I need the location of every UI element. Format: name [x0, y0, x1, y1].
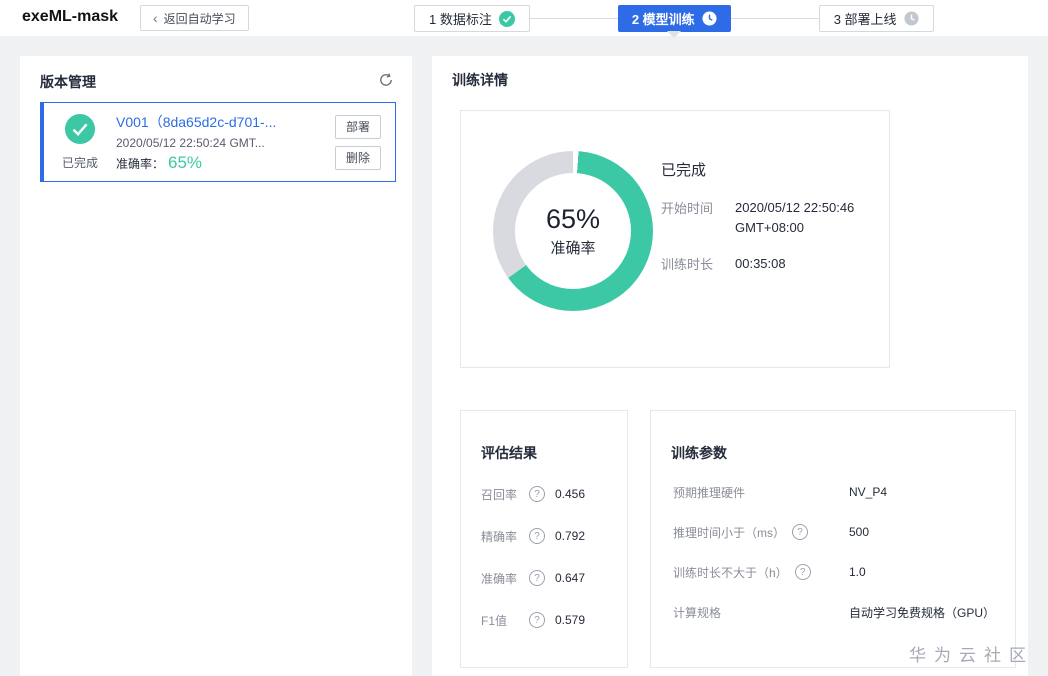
- page-title: exeML-mask: [22, 8, 119, 25]
- param-label: 计算规格: [673, 604, 721, 621]
- version-name: V001（8da65d2c-d701-...: [116, 112, 335, 132]
- param-row-hardware: 预期推理硬件 NV_P4: [673, 481, 999, 503]
- param-row-compute-spec: 计算规格 自动学习免费规格（GPU）: [673, 601, 999, 623]
- training-summary-card: 65% 准确率 已完成 开始时间 2020/05/12 22:50:46 GMT…: [460, 110, 890, 368]
- chevron-left-icon: ‹: [153, 10, 158, 26]
- metric-row-precision: 精确率 ? 0.792: [481, 525, 617, 547]
- back-to-exeml-button[interactable]: ‹ 返回自动学习: [140, 5, 249, 31]
- evaluation-rows: 召回率 ? 0.456 精确率 ? 0.792 准确率 ? 0.647 F1值 …: [481, 483, 617, 651]
- step-label: 1 数据标注: [429, 12, 492, 27]
- param-row-training-duration: 训练时长不大于（h） ? 1.0: [673, 561, 999, 583]
- evaluation-title: 评估结果: [481, 445, 537, 461]
- version-accuracy-label: 准确率：: [116, 156, 165, 171]
- training-panel: 训练详情 65% 准确率 已完成 开始时间 2020/05/12 22:50:4…: [432, 56, 1028, 676]
- param-value: 1.0: [849, 565, 866, 579]
- step-deployment[interactable]: 3 部署上线: [818, 5, 934, 32]
- metric-value: 0.456: [555, 487, 586, 501]
- parameters-title: 训练参数: [671, 445, 727, 461]
- parameter-rows: 预期推理硬件 NV_P4 推理时间小于（ms） ? 500 训练时长不大于（h）…: [673, 481, 999, 641]
- metric-label: 召回率: [481, 487, 518, 502]
- training-summary-info: 已完成 开始时间 2020/05/12 22:50:46 GMT+08:00 训…: [661, 159, 885, 290]
- refresh-button[interactable]: [376, 70, 396, 93]
- param-label: 训练时长不大于（h） ?: [673, 564, 811, 581]
- param-value: 自动学习免费规格（GPU）: [849, 605, 996, 620]
- watermark: 华为云社区: [909, 646, 1034, 665]
- version-panel-title: 版本管理: [40, 73, 96, 90]
- param-label-text: 预期推理硬件: [673, 485, 746, 500]
- param-value: NV_P4: [849, 485, 888, 499]
- check-circle-icon: [65, 113, 95, 149]
- metric-row-accuracy: 准确率 ? 0.647: [481, 567, 617, 589]
- param-label: 预期推理硬件: [673, 484, 745, 501]
- version-info: V001（8da65d2c-d701-... 2020/05/12 22:50:…: [116, 112, 335, 173]
- metric-label: F1值: [481, 613, 508, 628]
- start-time-value: 2020/05/12 22:50:46 GMT+08:00: [735, 200, 855, 236]
- evaluation-card: 评估结果 召回率 ? 0.456 精确率 ? 0.792 准确率 ? 0.647: [460, 410, 628, 668]
- clock-icon: [904, 11, 919, 26]
- metric-row-f1: F1值 ? 0.579: [481, 609, 617, 631]
- donut-metric-label: 准确率: [550, 240, 596, 257]
- summary-row: 训练时长 00:35:08: [661, 254, 885, 274]
- version-panel: 版本管理 已完成 V001（8da65d2c-d701-... 2020/05/…: [20, 56, 412, 676]
- help-icon[interactable]: ?: [529, 570, 545, 586]
- donut-value: 65%: [545, 204, 601, 234]
- metric-label: 准确率: [481, 571, 518, 586]
- help-icon[interactable]: ?: [529, 486, 545, 502]
- training-status: 已完成: [661, 162, 707, 179]
- version-timestamp: 2020/05/12 22:50:24 GMT...: [116, 135, 265, 150]
- step-data-labeling[interactable]: 1 数据标注: [414, 5, 530, 32]
- duration-value: 00:35:08: [735, 256, 786, 272]
- metric-value: 0.647: [555, 571, 586, 585]
- version-actions: 部署 删除: [335, 114, 381, 170]
- parameters-card: 训练参数 预期推理硬件 NV_P4 推理时间小于（ms） ? 500 训练时长不…: [650, 410, 1016, 668]
- duration-label: 训练时长: [661, 257, 714, 273]
- clock-icon: [702, 11, 717, 26]
- accuracy-donut-chart: 65% 准确率: [493, 151, 653, 311]
- step-model-training[interactable]: 2 模型训练: [617, 5, 731, 32]
- donut-center: 65% 准确率: [515, 173, 631, 289]
- metric-value: 0.579: [555, 613, 586, 627]
- param-row-inference-time: 推理时间小于（ms） ? 500: [673, 521, 999, 543]
- back-button-label: 返回自动学习: [163, 11, 236, 26]
- training-panel-header: 训练详情: [452, 70, 1012, 90]
- version-id-text: （8da65d2c-d701-...: [148, 113, 277, 130]
- start-time-label: 开始时间: [661, 201, 714, 216]
- help-icon[interactable]: ?: [529, 612, 545, 628]
- step-label: 2 模型训练: [631, 12, 695, 27]
- metric-label: 精确率: [481, 529, 518, 544]
- metric-value: 0.792: [555, 529, 586, 543]
- refresh-icon: [378, 73, 394, 91]
- param-label-text: 训练时长不大于（h）: [673, 565, 788, 580]
- version-status-label: 已完成: [61, 155, 98, 170]
- param-label: 推理时间小于（ms） ?: [673, 524, 808, 541]
- training-panel-title: 训练详情: [452, 72, 508, 88]
- exeml-screen: exeML-mask ‹ 返回自动学习 1 数据标注 2 模型训练 3 部署上线: [0, 0, 1048, 676]
- version-name-text: V001: [116, 113, 149, 130]
- metric-row-recall: 召回率 ? 0.456: [481, 483, 617, 505]
- version-panel-header: 版本管理: [40, 70, 396, 93]
- version-status: 已完成: [44, 113, 116, 171]
- check-circle-icon: [498, 10, 515, 27]
- version-accuracy-value: 65%: [168, 152, 203, 172]
- stepper-connector: [529, 18, 618, 19]
- param-label-text: 计算规格: [673, 605, 722, 620]
- param-label-text: 推理时间小于（ms）: [673, 525, 785, 540]
- version-card-v001[interactable]: 已完成 V001（8da65d2c-d701-... 2020/05/12 22…: [40, 102, 396, 182]
- topbar: exeML-mask ‹ 返回自动学习 1 数据标注 2 模型训练 3 部署上线: [0, 0, 1048, 36]
- deploy-button[interactable]: 部署: [335, 114, 381, 139]
- workflow-stepper: 1 数据标注 2 模型训练 3 部署上线: [414, 5, 934, 32]
- help-icon[interactable]: ?: [529, 528, 545, 544]
- delete-button[interactable]: 删除: [335, 145, 381, 170]
- stepper-connector: [730, 18, 819, 19]
- version-accuracy: 准确率： 65%: [116, 153, 335, 173]
- help-icon[interactable]: ?: [794, 564, 811, 580]
- step-label: 3 部署上线: [833, 12, 897, 27]
- summary-row: 开始时间 2020/05/12 22:50:46 GMT+08:00: [661, 198, 885, 238]
- param-value: 500: [849, 525, 870, 539]
- help-icon[interactable]: ?: [792, 524, 808, 540]
